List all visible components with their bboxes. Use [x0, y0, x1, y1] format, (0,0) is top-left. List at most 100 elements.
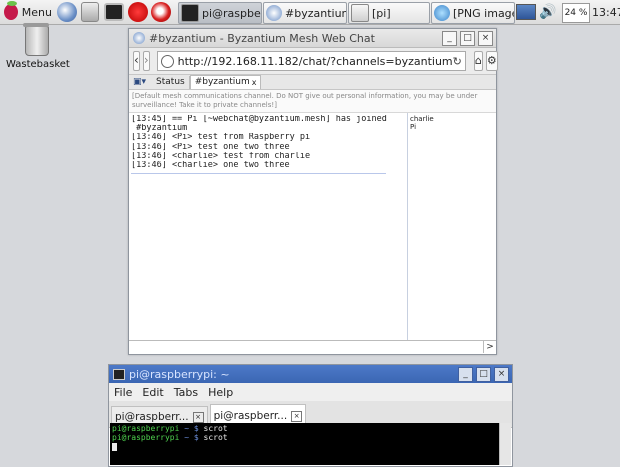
- task-label: #byzantium ...: [285, 6, 347, 20]
- settings-gear-icon[interactable]: ⚙: [485, 51, 498, 71]
- maximize-button[interactable]: □: [476, 366, 491, 382]
- browser-titlebar[interactable]: #byzantium - Byzantium Mesh Web Chat _ □…: [129, 29, 496, 48]
- raspberry-icon: [4, 1, 18, 20]
- back-button[interactable]: ‹: [133, 51, 140, 71]
- menu-label: Menu: [21, 5, 52, 19]
- launcher-globe[interactable]: [57, 0, 77, 24]
- menu-button[interactable]: Menu: [0, 0, 52, 24]
- launcher-wolfram[interactable]: [151, 0, 171, 24]
- chat-line: #byzantium: [131, 124, 188, 134]
- terminal-output[interactable]: pi@raspberrypi ~ $ scrot pi@raspberrypi …: [110, 423, 499, 465]
- nick-item[interactable]: Pi: [410, 123, 494, 131]
- minimize-button[interactable]: _: [458, 366, 473, 382]
- prompt-separator: ~ $: [179, 433, 204, 442]
- wastebasket[interactable]: Wastebasket: [6, 23, 70, 70]
- task-label: pi@raspberr...: [202, 6, 261, 20]
- menu-help[interactable]: Help: [208, 386, 233, 399]
- window-title: #byzantium - Byzantium Mesh Web Chat: [149, 31, 375, 45]
- close-tab-icon[interactable]: ×: [192, 411, 204, 423]
- clock: 13:47: [592, 0, 620, 24]
- trash-icon: [23, 23, 49, 56]
- taskbar: Menu pi@raspberr... #byzantium ... [pi] …: [0, 0, 620, 25]
- chat-line: [13:46] <Pi> test from Raspberry pi: [131, 133, 311, 143]
- reload-icon[interactable]: ↻: [453, 55, 462, 68]
- navigation-bar: ‹ › http://192.168.11.182/chat/?channels…: [129, 48, 498, 75]
- chat-input[interactable]: >: [129, 340, 496, 354]
- launcher-terminal[interactable]: [104, 0, 124, 24]
- chat-line: [13:45] == Pi [~webchat@byzantium.mesh] …: [131, 115, 387, 124]
- tab-channel-label: #byzantium: [194, 77, 250, 87]
- task-image-viewer[interactable]: [PNG image ...: [431, 2, 515, 24]
- nick-list: charlie Pi: [407, 113, 496, 340]
- send-button[interactable]: >: [483, 341, 496, 353]
- browser-icon: [266, 5, 282, 21]
- close-button[interactable]: ×: [478, 30, 493, 46]
- chat-line: [13:46] <charlie> test from charlie: [131, 151, 311, 161]
- task-file-manager[interactable]: [pi]: [348, 2, 430, 24]
- close-tab-icon[interactable]: x: [252, 78, 257, 87]
- options-dropdown-icon[interactable]: ▣▾: [133, 77, 146, 87]
- browser-icon: [133, 32, 145, 44]
- volume-icon[interactable]: 🔊: [539, 0, 556, 24]
- cpu-usage: 24 %: [564, 8, 588, 18]
- menu-edit[interactable]: Edit: [142, 386, 163, 399]
- chat-tab-strip: ▣▾ Status #byzantium x: [129, 75, 496, 90]
- maximize-button[interactable]: □: [460, 30, 475, 46]
- channel-topic: [Default mesh communications channel. Do…: [129, 90, 496, 113]
- browser-window: #byzantium - Byzantium Mesh Web Chat _ □…: [128, 28, 498, 355]
- launcher-file-manager[interactable]: [81, 0, 99, 24]
- terminal-icon: [181, 4, 199, 22]
- tab-byzantium[interactable]: #byzantium x: [189, 75, 262, 89]
- tab-status[interactable]: Status: [152, 75, 190, 89]
- minimize-button[interactable]: _: [442, 30, 457, 46]
- terminal-scrollbar[interactable]: [499, 423, 511, 465]
- last-read-marker: [131, 173, 386, 175]
- close-tab-icon[interactable]: ×: [291, 410, 303, 422]
- task-browser[interactable]: #byzantium ...: [263, 2, 347, 24]
- image-viewer-icon: [434, 5, 450, 21]
- terminal-tab-label: pi@raspberr...: [213, 410, 288, 422]
- globe-icon: [57, 2, 77, 22]
- terminal-line: pi@raspberrypi ~ $ scrot: [112, 424, 497, 433]
- chat-line: [13:46] <Pi> test one two three: [131, 142, 290, 152]
- command-text: scrot: [203, 433, 228, 442]
- shell-prompt: pi@raspberrypi: [112, 424, 180, 433]
- menu-tabs[interactable]: Tabs: [174, 386, 198, 399]
- terminal-icon: [104, 3, 124, 21]
- wastebasket-label: Wastebasket: [6, 59, 70, 70]
- close-button[interactable]: ×: [494, 366, 509, 382]
- mathematica-icon: [128, 2, 148, 22]
- terminal-window: pi@raspberrypi: ~ _ □ × File Edit Tabs H…: [108, 364, 513, 467]
- file-manager-icon: [81, 2, 99, 22]
- nick-item[interactable]: charlie: [410, 115, 494, 123]
- bookmarks-button[interactable]: ⌂: [473, 51, 483, 71]
- forward-button[interactable]: ›: [142, 51, 150, 71]
- text-cursor: [112, 442, 117, 451]
- terminal-menubar: File Edit Tabs Help: [109, 383, 512, 401]
- task-label: [PNG image ...: [453, 6, 514, 20]
- launcher-mathematica[interactable]: [128, 0, 148, 24]
- url-text: http://192.168.11.182/chat/?channels=byz…: [177, 54, 453, 68]
- folder-icon: [351, 4, 369, 22]
- url-bar[interactable]: http://192.168.11.182/chat/?channels=byz…: [156, 51, 466, 71]
- globe-icon: [160, 54, 174, 68]
- chat-area: [13:45] == Pi [~webchat@byzantium.mesh] …: [129, 113, 496, 340]
- chat-log: [13:45] == Pi [~webchat@byzantium.mesh] …: [129, 113, 407, 340]
- terminal-tab-label: pi@raspberr...: [115, 411, 189, 423]
- clock-time: 13:47: [592, 5, 620, 19]
- window-title: pi@raspberrypi: ~: [129, 367, 230, 381]
- tab-status-label: Status: [156, 76, 185, 87]
- wolfram-icon: [151, 2, 171, 22]
- prompt-separator: ~ $: [179, 424, 204, 433]
- cpu-monitor: 24 %: [562, 3, 590, 23]
- command-text: scrot: [203, 424, 228, 433]
- task-label: [pi]: [372, 6, 391, 20]
- terminal-line: pi@raspberrypi ~ $ scrot: [112, 433, 497, 442]
- shell-prompt: pi@raspberrypi: [112, 433, 180, 442]
- chat-line: [13:46] <charlie> one two three: [131, 161, 290, 171]
- menu-file[interactable]: File: [114, 386, 132, 399]
- task-terminal[interactable]: pi@raspberr...: [178, 2, 262, 24]
- terminal-icon: [113, 368, 125, 380]
- terminal-titlebar[interactable]: pi@raspberrypi: ~ _ □ ×: [109, 365, 512, 383]
- network-icon[interactable]: [516, 0, 536, 24]
